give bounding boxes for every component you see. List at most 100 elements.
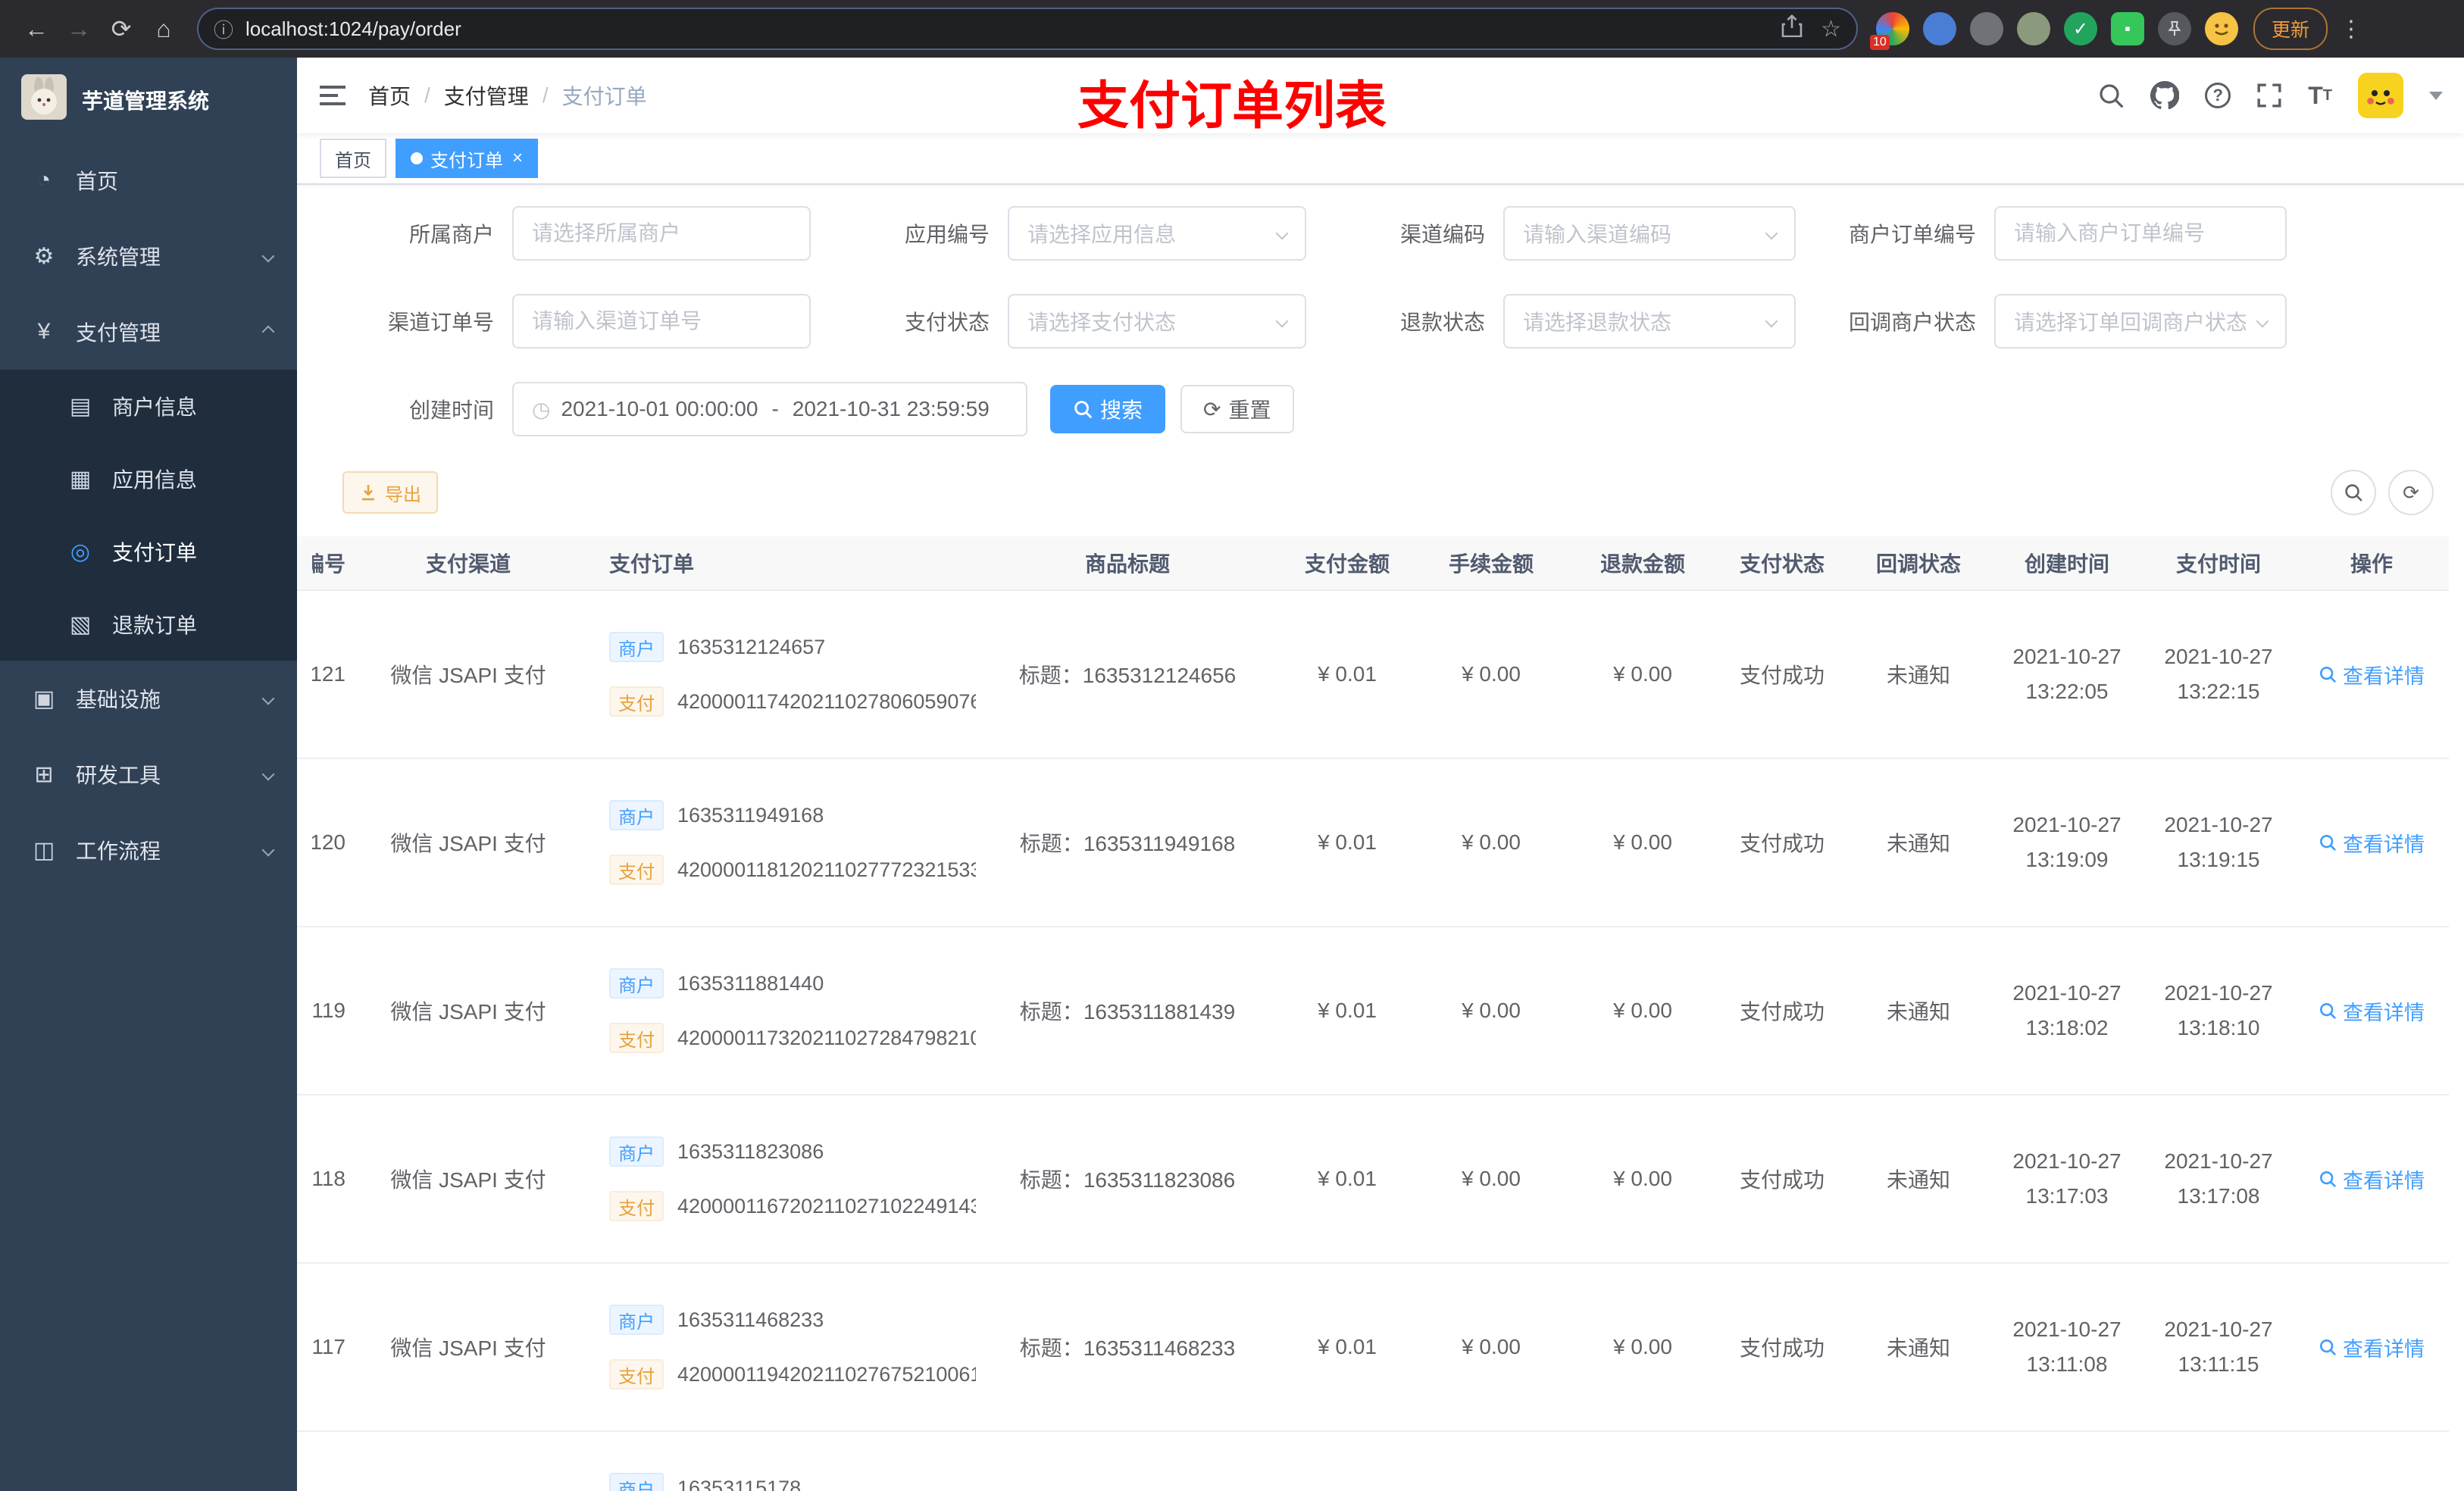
create-time: 2021-10-27 13:22:05 [2012, 645, 2122, 703]
channel-order-no: 4200001173202110272847982104 [677, 1026, 976, 1049]
search-button[interactable]: 搜索 [1050, 385, 1166, 433]
view-detail-link[interactable]: 查看详情 [2319, 1164, 2425, 1194]
order-id: 117 [312, 1335, 346, 1358]
table-row: 121 微信 JSAPI 支付 商户 1635312124657 支付 420000… [297, 591, 2449, 759]
extension-icon-gray[interactable] [1970, 12, 2003, 45]
fee-amount: ¥ 0.00 [1462, 830, 1521, 854]
refresh-table-button[interactable]: ⟳ [2388, 470, 2434, 515]
monitor-icon: ▣ [33, 686, 55, 711]
page-content: 所属商户 应用编号 请选择应用信息 渠道编码 请输入渠道编码 商户订单编号 [297, 185, 2464, 1491]
app-id-select[interactable]: 请选择应用信息 [1008, 206, 1306, 261]
date-start: 2021-10-01 00:00:00 [561, 397, 758, 420]
fullscreen-icon[interactable] [2256, 83, 2282, 108]
sidebar-item-payment[interactable]: ¥ 支付管理 [0, 294, 297, 370]
fontsize-icon[interactable]: TT [2308, 82, 2332, 110]
view-detail-link[interactable]: 查看详情 [2319, 660, 2425, 689]
chevron-down-icon [261, 843, 275, 857]
share-icon[interactable] [1781, 14, 1803, 43]
tags-view: 首页 支付订单 × [297, 133, 2464, 185]
browser-update-button[interactable]: 更新 [2253, 8, 2328, 50]
sidebar-item-app-info[interactable]: ▦ 应用信息 [0, 442, 297, 515]
caret-down-icon[interactable] [2429, 91, 2443, 100]
fee-amount: ¥ 0.00 [1462, 1335, 1521, 1358]
breadcrumb-payment[interactable]: 支付管理 [444, 80, 529, 111]
emoji-extension-icon[interactable] [2205, 12, 2238, 45]
merchant-order-input[interactable] [1994, 206, 2287, 261]
chevron-down-icon [1275, 227, 1289, 240]
search-icon[interactable] [2097, 82, 2125, 109]
product-title: 标题：1635312124656 [1018, 664, 1237, 687]
sidebar-item-dev-tools[interactable]: ⊞ 研发工具 [0, 736, 297, 812]
fee-amount: ¥ 0.00 [1462, 999, 1521, 1022]
pay-status-select[interactable]: 请选择支付状态 [1008, 294, 1306, 349]
table-header: 编号 支付渠道 支付订单 商品标题 支付金额 手续金额 退款金额 支付状态 回调… [297, 536, 2449, 591]
merchant-label: 所属商户 [408, 223, 494, 246]
address-bar[interactable]: ⓘ localhost:1024/pay/order ☆ [197, 8, 1858, 50]
avatar[interactable] [2358, 73, 2403, 118]
extension-icon-chat[interactable]: ▪ [2111, 12, 2144, 45]
sidebar-item-workflow[interactable]: ◫ 工作流程 [0, 812, 297, 888]
view-detail-link[interactable]: 查看详情 [2319, 828, 2425, 858]
extension-icons: 10 ✓ ▪ [1870, 12, 2238, 50]
merchant-order-no: 1635312124657 [677, 635, 826, 658]
sidebar-item-merchant-info[interactable]: ▤ 商户信息 [0, 370, 297, 442]
view-detail-link[interactable]: 查看详情 [2319, 1333, 2425, 1362]
merchant-input[interactable] [512, 206, 811, 261]
sidebar-item-system[interactable]: ⚙ 系统管理 [0, 218, 297, 294]
reset-button[interactable]: ⟳ 重置 [1180, 385, 1294, 433]
sidebar-item-refund-order[interactable]: ▧ 退款订单 [0, 588, 297, 661]
export-button[interactable]: 导出 [342, 471, 438, 514]
sidebar: 芋道管理系统 ◔ 首页 ⚙ 系统管理 ¥ 支付管理 ▤ 商户信息 ▦ 应用信息 … [0, 58, 297, 1491]
view-detail-link[interactable]: 查看详情 [2319, 996, 2425, 1026]
home-icon[interactable]: ⌂ [142, 8, 185, 50]
merchant-order-no: 1635311823086 [677, 1139, 824, 1163]
table-row: 120 微信 JSAPI 支付 商户 1635311949168 支付 420000… [297, 759, 2449, 927]
toggle-search-button[interactable] [2331, 470, 2376, 515]
pay-order-cell: 商户 1635311881440 支付 4200001173202110272847… [567, 968, 976, 1053]
channel-order-no: 4200001181202110277723215336 [677, 858, 976, 881]
create-time: 2021-10-27 13:19:09 [2012, 813, 2122, 871]
app-logo[interactable]: 芋道管理系统 [0, 58, 297, 142]
site-info-icon[interactable]: ⓘ [214, 15, 233, 43]
help-icon[interactable]: ? [2205, 83, 2231, 108]
forward-icon[interactable]: → [58, 8, 100, 50]
extension-icon-olive[interactable] [2017, 12, 2050, 45]
extension-icon-colorful[interactable]: 10 [1870, 12, 1909, 50]
pay-status: 支付成功 [1739, 832, 1825, 855]
breadcrumb-home[interactable]: 首页 [368, 80, 411, 111]
github-icon[interactable] [2150, 81, 2180, 110]
extension-icon-drop[interactable] [1923, 12, 1956, 45]
pay-tag: 支付 [609, 855, 664, 885]
create-time-label: 创建时间 [408, 399, 494, 422]
product-title: 标题：1635311468233 [1019, 1336, 1236, 1360]
channel-order-input[interactable] [512, 294, 811, 349]
hamburger-icon[interactable] [297, 86, 368, 105]
refund-amount: ¥ 0.00 [1613, 999, 1672, 1022]
tools-icon: ⊞ [34, 761, 54, 787]
browser-menu-icon[interactable]: ⋮ [2340, 16, 2362, 42]
back-icon[interactable]: ← [15, 8, 58, 50]
tab-home[interactable]: 首页 [320, 139, 386, 178]
sidebar-item-pay-order[interactable]: ◎ 支付订单 [0, 515, 297, 588]
extension-icon-check[interactable]: ✓ [2064, 12, 2097, 45]
table-row: 商户16353115178 支付 [297, 1432, 2449, 1491]
tab-pay-order[interactable]: 支付订单 × [396, 139, 539, 178]
callback-status-select[interactable]: 请选择订单回调商户状态 [1994, 294, 2287, 349]
bookmark-star-icon[interactable]: ☆ [1821, 16, 1841, 42]
pay-amount: ¥ 0.01 [1318, 1335, 1377, 1358]
pay-order-cell: 商户 1635311949168 支付 4200001181202110277723… [567, 800, 976, 885]
pin-extension-icon[interactable] [2158, 12, 2191, 45]
channel-code-select[interactable]: 请输入渠道编码 [1503, 206, 1796, 261]
create-time-range-picker[interactable]: ◷ 2021-10-01 00:00:00 - 2021-10-31 23:59… [512, 382, 1027, 436]
channel-order-label: 渠道订单号 [387, 311, 494, 334]
pay-tag: 支付 [609, 1023, 664, 1053]
refund-status-select[interactable]: 请选择退款状态 [1503, 294, 1796, 349]
chevron-down-icon [1765, 227, 1778, 240]
callback-status-label: 回调商户状态 [1848, 311, 1976, 334]
reload-icon[interactable]: ⟳ [100, 8, 142, 50]
pay-time: 2021-10-27 13:17:08 [2164, 1149, 2273, 1208]
sidebar-item-infrastructure[interactable]: ▣ 基础设施 [0, 661, 297, 736]
sidebar-item-home[interactable]: ◔ 首页 [0, 142, 297, 218]
pay-time: 2021-10-27 13:22:15 [2164, 645, 2273, 703]
tab-close-icon[interactable]: × [512, 148, 523, 169]
